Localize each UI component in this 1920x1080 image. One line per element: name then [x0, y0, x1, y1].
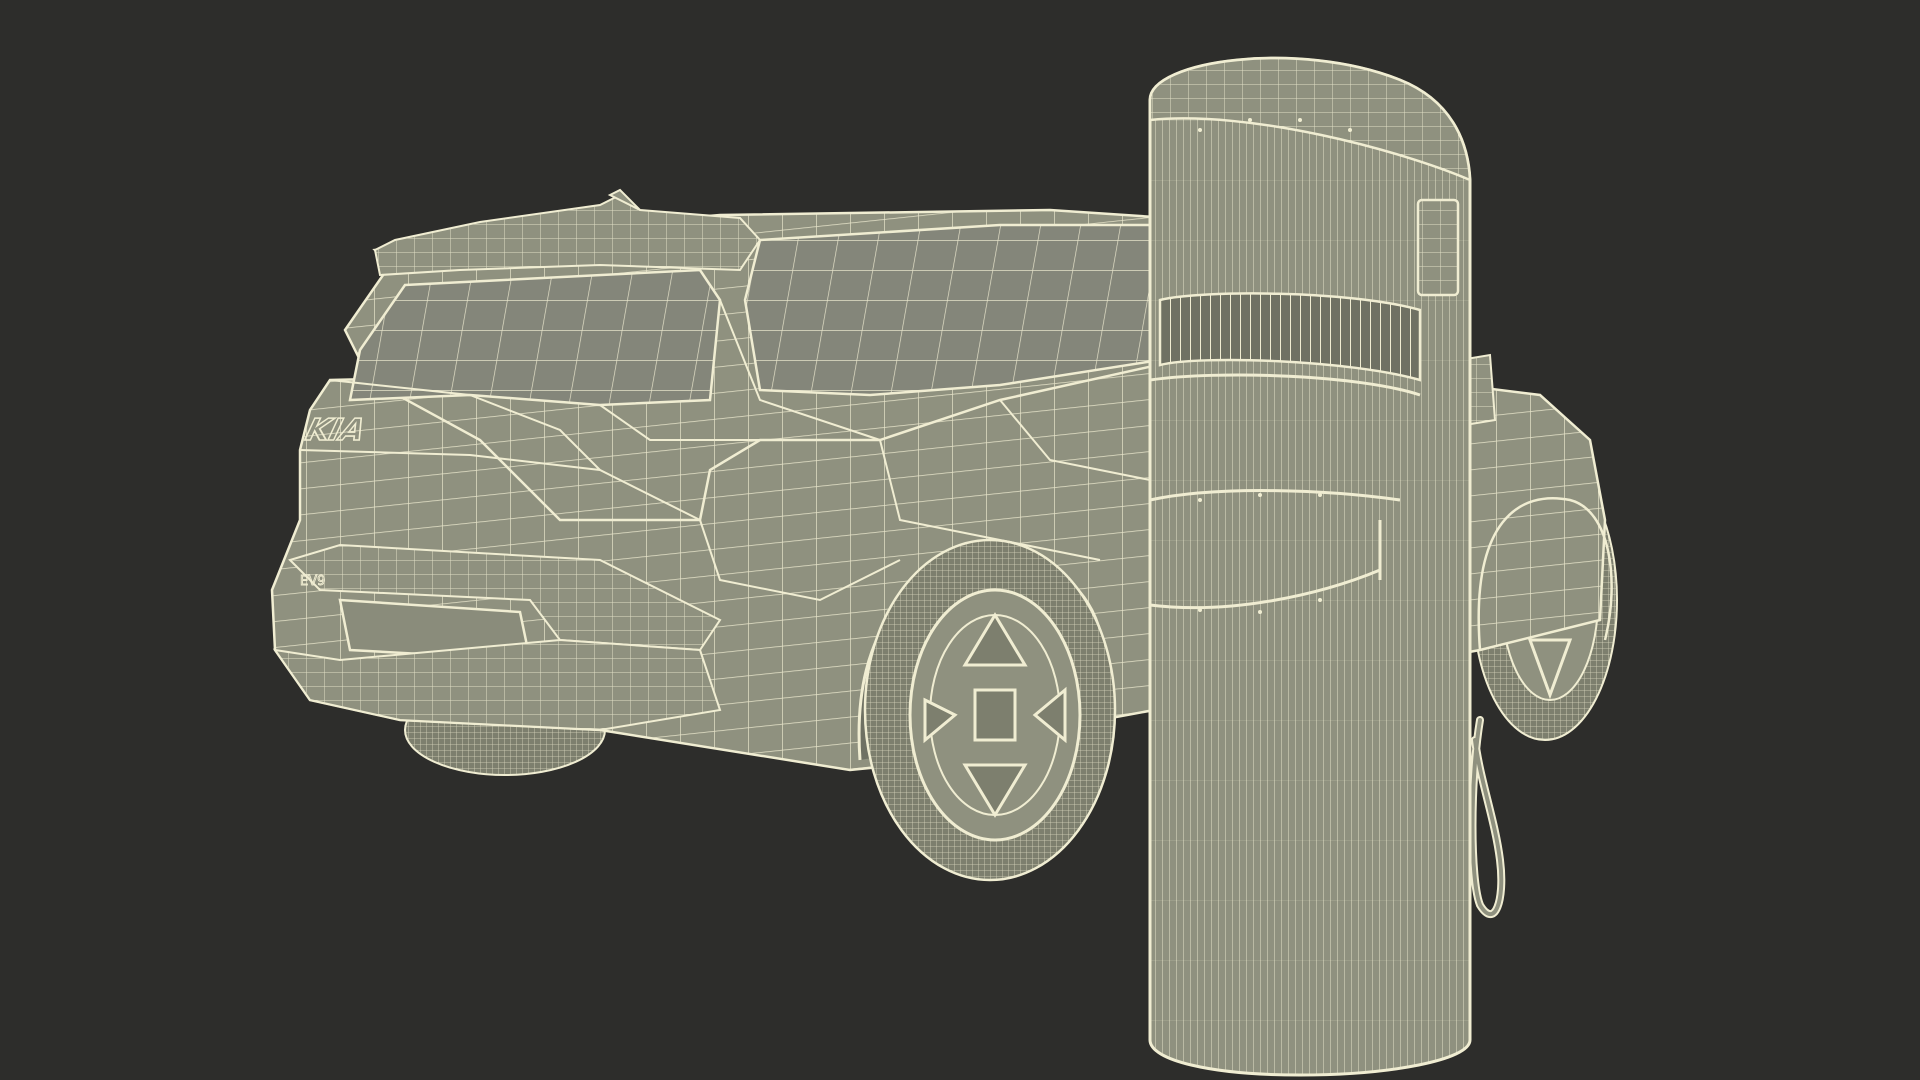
- charger-screen: [1416, 198, 1460, 297]
- render-viewport: KIA EV9: [0, 0, 1920, 1080]
- roof-spoiler: [373, 193, 762, 277]
- rear-main-wheel: [863, 538, 1117, 882]
- side-window: [743, 223, 1172, 397]
- kia-badge: KIA: [302, 413, 369, 447]
- rear-window: [348, 268, 722, 407]
- wireframe-render: KIA EV9: [270, 56, 1618, 1077]
- ev9-badge: EV9: [300, 574, 325, 589]
- charging-station-wireframe: [1148, 56, 1506, 1077]
